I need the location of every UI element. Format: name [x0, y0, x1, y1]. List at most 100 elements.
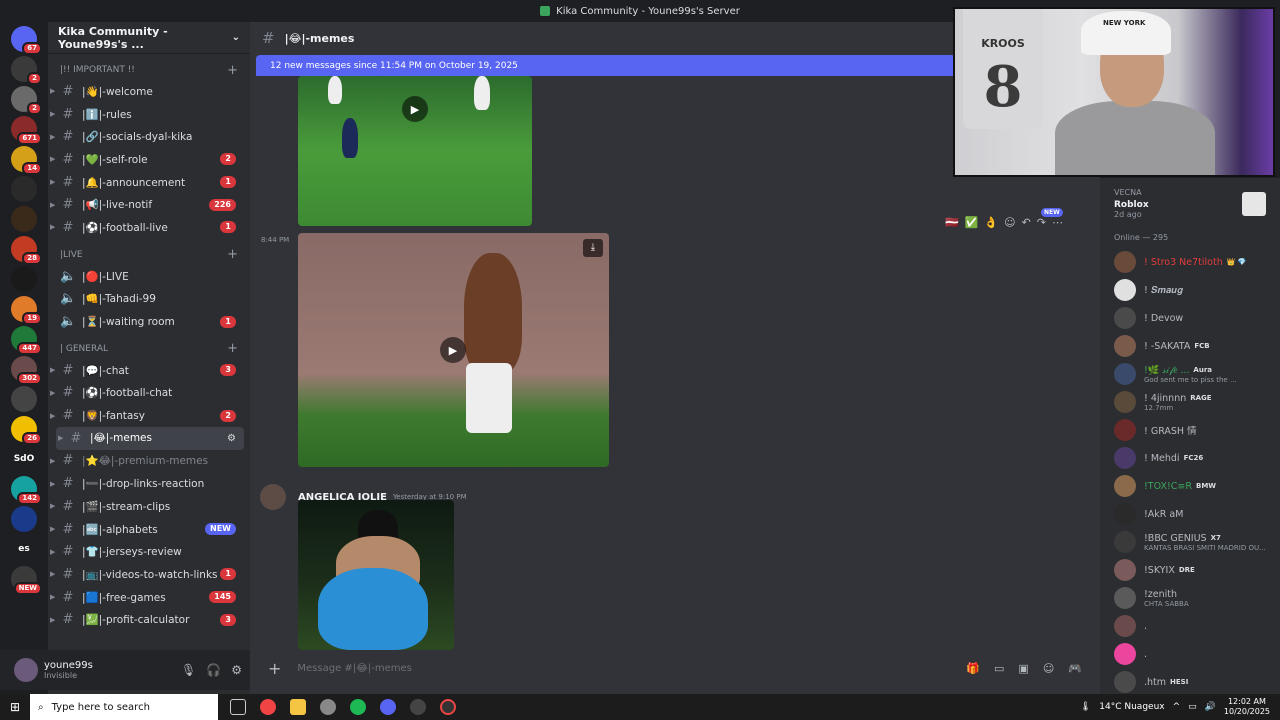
server-icon[interactable]: es — [11, 536, 37, 562]
volume-icon[interactable]: 🔊 — [1205, 702, 1216, 712]
add-channel-icon[interactable]: + — [227, 247, 238, 262]
video-attachment[interactable]: ▶ — [298, 76, 532, 226]
server-icon[interactable]: SdO — [11, 446, 37, 472]
activity-card[interactable]: VECNA Roblox 2d ago — [1100, 178, 1280, 219]
channel-item[interactable]: ▶ # |🟦|-free-games 145 — [48, 586, 244, 609]
chrome-icon[interactable] — [260, 699, 276, 715]
reaction-ok-icon[interactable]: 👌 — [984, 216, 998, 229]
channel-item[interactable]: ▶ # |🦁|-fantasy 2 — [48, 404, 244, 427]
channel-item[interactable]: ▶ # |⚽|-football-chat — [48, 382, 244, 405]
channel-item[interactable]: ▶ # |➖|-drop-links-reaction — [48, 472, 244, 495]
channel-item[interactable]: ▶ # |⭐😂|-premium-memes — [48, 450, 244, 473]
more-icon[interactable]: ⋯ — [1052, 216, 1063, 229]
file-explorer-icon[interactable] — [290, 699, 306, 715]
category-general[interactable]: | GENERAL + — [48, 339, 250, 359]
member-item[interactable]: ! GRASH 情 — [1100, 416, 1280, 444]
image-attachment[interactable] — [298, 500, 454, 650]
server-icon[interactable]: 447 — [11, 326, 42, 355]
username[interactable]: youne99s — [44, 660, 93, 671]
channel-item[interactable]: ▶ # |💹|-profit-calculator 3 — [48, 608, 244, 631]
settings-icon[interactable] — [410, 699, 426, 715]
user-avatar[interactable] — [14, 658, 38, 682]
channel-item[interactable]: ▶ # |😂|-memes ⚙ — [56, 426, 244, 450]
windows-start-icon[interactable]: ⊞ — [0, 700, 30, 714]
discord-icon[interactable] — [380, 699, 396, 715]
member-item[interactable]: ! 𝑺𝒎𝒂𝒖𝒈 — [1100, 276, 1280, 304]
video-attachment[interactable]: ▶ ⤓ — [298, 233, 609, 467]
apps-icon[interactable]: 🎮 — [1068, 662, 1082, 675]
channel-item[interactable]: ▶ # |⚽|-football-live 1 — [48, 216, 244, 239]
channel-item[interactable]: ▶ # |🔤|-alphabets NEW — [48, 518, 244, 541]
reply-icon[interactable]: ↶ — [1022, 216, 1031, 229]
channel-item[interactable]: ▶ # |📢|-live-notif 226 — [48, 193, 244, 216]
guild-header[interactable]: Kika Community - Youne99s's ... ⌄ — [48, 22, 250, 54]
chevron-up-icon[interactable]: ^ — [1173, 702, 1181, 712]
member-item[interactable]: . — [1100, 640, 1280, 668]
new-messages-bar[interactable]: 12 new messages since 11:54 PM on Octobe… — [256, 55, 956, 76]
channel-item[interactable]: ▶ # |💬|-chat 3 — [48, 359, 244, 382]
server-icon[interactable]: 142 — [11, 476, 42, 505]
author-avatar[interactable] — [260, 484, 286, 510]
spotify-icon[interactable] — [350, 699, 366, 715]
microphone-icon[interactable]: 🎙 — [181, 663, 196, 677]
category-important[interactable]: |!! IMPORTANT !! + — [48, 60, 250, 80]
member-item[interactable]: .htm HESI — [1100, 668, 1280, 694]
play-icon[interactable]: ▶ — [402, 96, 428, 122]
server-icon[interactable] — [11, 206, 37, 232]
member-item[interactable]: !TOX!C≡R BMW — [1100, 472, 1280, 500]
taskbar-search[interactable]: ⌕ Type here to search — [30, 694, 218, 720]
channel-item[interactable]: ▶ # |🔗|-socials-dyal-kika — [48, 125, 244, 148]
channel-item[interactable]: ▶ # |🔔|-announcement 1 — [48, 171, 244, 194]
reaction-check-icon[interactable]: ✅ — [965, 216, 979, 229]
channel-item[interactable]: ▶ # |🎬|-stream-clips — [48, 495, 244, 518]
channel-item[interactable]: 🔈 |👊|-Tahadi-99 — [48, 288, 244, 311]
obs-icon[interactable] — [440, 699, 456, 715]
member-item[interactable]: . — [1100, 612, 1280, 640]
gif-icon[interactable]: ▭ — [994, 662, 1004, 675]
gift-icon[interactable]: 🎁 — [966, 662, 980, 675]
member-item[interactable]: !BBC GENIUS X7 KANTAS BRASI SMITI MADRID O… — [1100, 528, 1280, 556]
member-item[interactable]: !🌿 𝓈𝒾𝒻𝑒 ... Aura God sent me to piss the .… — [1100, 360, 1280, 388]
server-icon[interactable]: 67 — [11, 26, 42, 55]
server-icon[interactable]: 671 — [11, 116, 42, 145]
sticker-icon[interactable]: ▣ — [1018, 662, 1028, 675]
member-item[interactable]: !SKYIX DRE — [1100, 556, 1280, 584]
channel-item[interactable]: ▶ # |👕|-jerseys-review — [48, 540, 244, 563]
category-live[interactable]: |LIVE + — [48, 245, 250, 265]
server-icon[interactable]: 28 — [11, 236, 42, 265]
member-item[interactable]: ! Stro3 Ne7tiloth 👑 💎 — [1100, 248, 1280, 276]
message-composer[interactable]: + Message #|😂|-memes 🎁 ▭ ▣ ☺ 🎮 — [258, 654, 1092, 682]
member-item[interactable]: !zenith CHTA SABBA — [1100, 584, 1280, 612]
server-icon[interactable]: 26 — [11, 416, 42, 445]
member-item[interactable]: ! Mehdi FC26 — [1100, 444, 1280, 472]
channel-item[interactable]: ▶ # |ℹ️|-rules — [48, 103, 244, 126]
emoji-icon[interactable]: ☺ — [1043, 662, 1054, 675]
member-item[interactable]: !AkR aM — [1100, 500, 1280, 528]
member-item[interactable]: ! -SAKATA FCB — [1100, 332, 1280, 360]
network-icon[interactable]: ▭ — [1188, 702, 1197, 712]
channel-item[interactable]: ▶ # |👋|-welcome — [48, 80, 244, 103]
reaction-flag-icon[interactable]: 🇱🇻 — [945, 216, 959, 229]
server-icon[interactable]: 302 — [11, 356, 42, 385]
add-reaction-icon[interactable]: ☺ — [1004, 216, 1015, 229]
add-channel-icon[interactable]: + — [227, 341, 238, 356]
server-icon[interactable]: 2 — [11, 56, 42, 85]
server-icon[interactable] — [11, 506, 37, 532]
channel-settings-icon[interactable]: ⚙ — [227, 433, 236, 444]
server-icon[interactable] — [11, 266, 37, 292]
member-item[interactable]: ! Devow — [1100, 304, 1280, 332]
attach-plus-icon[interactable]: + — [268, 659, 281, 678]
server-icon[interactable]: NEW — [11, 566, 42, 595]
gear-icon[interactable]: ⚙ — [231, 663, 242, 677]
server-icon[interactable] — [11, 176, 37, 202]
channel-item[interactable]: 🔈 |⏳|-waiting room 1 — [48, 310, 244, 333]
server-icon[interactable] — [11, 386, 37, 412]
clock[interactable]: 12:02 AM 10/20/2025 — [1224, 697, 1270, 717]
server-icon[interactable]: 19 — [11, 296, 42, 325]
weather-text[interactable]: 14°C Nuageux — [1099, 702, 1164, 712]
headphones-icon[interactable]: 🎧 — [206, 663, 221, 677]
add-channel-icon[interactable]: + — [227, 63, 238, 78]
channel-item[interactable]: ▶ # |💚|-self-role 2 — [48, 148, 244, 171]
play-icon[interactable]: ▶ — [440, 337, 466, 363]
forward-icon[interactable]: ↷ — [1037, 216, 1046, 229]
